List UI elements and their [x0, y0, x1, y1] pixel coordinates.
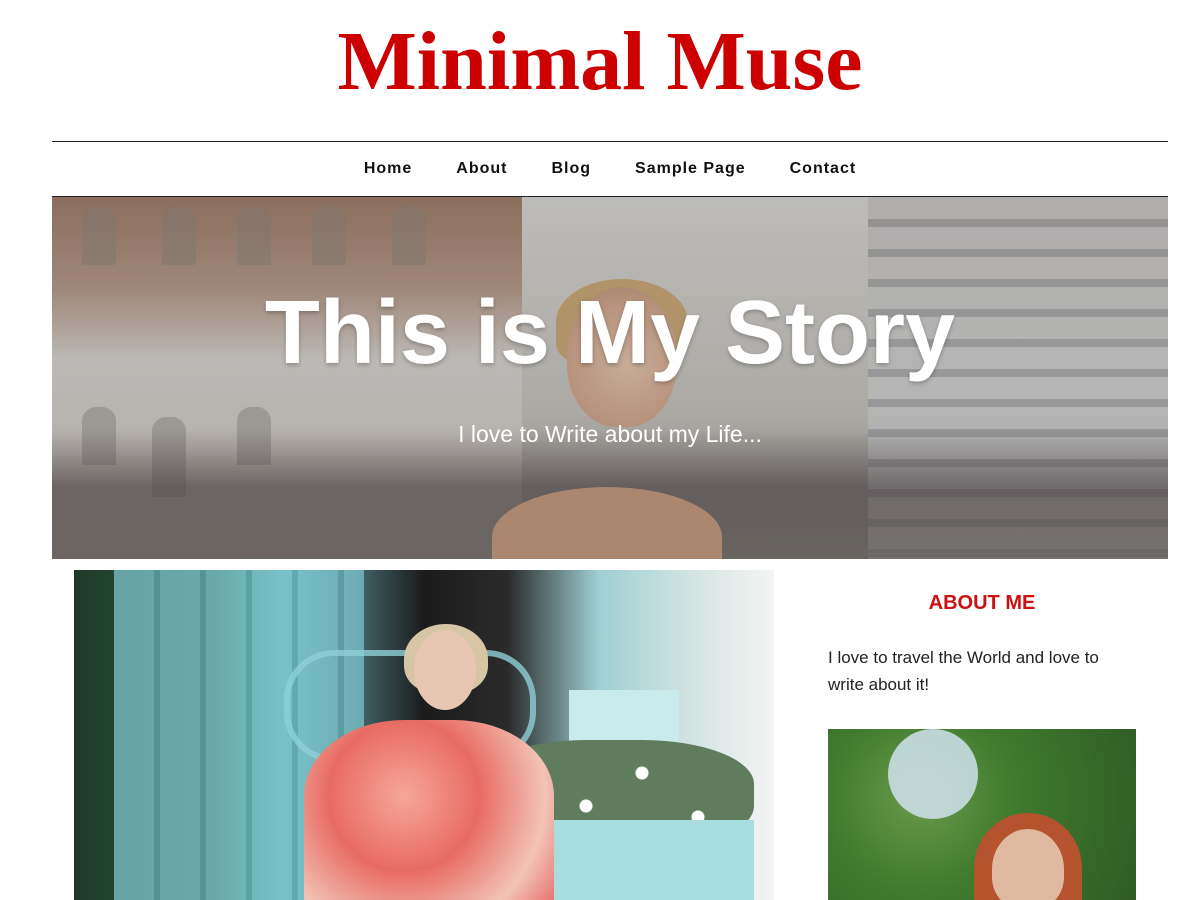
sidebar-photo-face	[992, 829, 1064, 900]
featured-post-image[interactable]	[74, 570, 774, 900]
sidebar-about-text: I love to travel the World and love to w…	[828, 648, 1099, 694]
post-image-woman	[304, 624, 554, 900]
nav-item-blog[interactable]: Blog	[529, 160, 613, 178]
main-nav: Home About Blog Sample Page Contact	[52, 141, 1168, 197]
site-title[interactable]: Minimal Muse	[0, 14, 1200, 110]
sidebar-photo-sky	[888, 729, 978, 819]
nav-item-contact[interactable]: Contact	[768, 160, 879, 178]
hero-subtitle: I love to Write about my Life...	[458, 421, 762, 447]
post-image-dress	[304, 720, 554, 900]
nav-item-sample-page[interactable]: Sample Page	[613, 160, 768, 178]
post-image-face	[414, 630, 476, 710]
hero-title: This is My Story	[264, 283, 956, 383]
nav-item-about[interactable]: About	[434, 160, 529, 178]
hero-banner: This is My Story I love to Write about m…	[52, 197, 1168, 559]
sidebar-heading: ABOUT ME	[928, 592, 1036, 614]
nav-item-home[interactable]: Home	[342, 160, 434, 178]
sidebar-profile-photo	[828, 729, 1136, 900]
